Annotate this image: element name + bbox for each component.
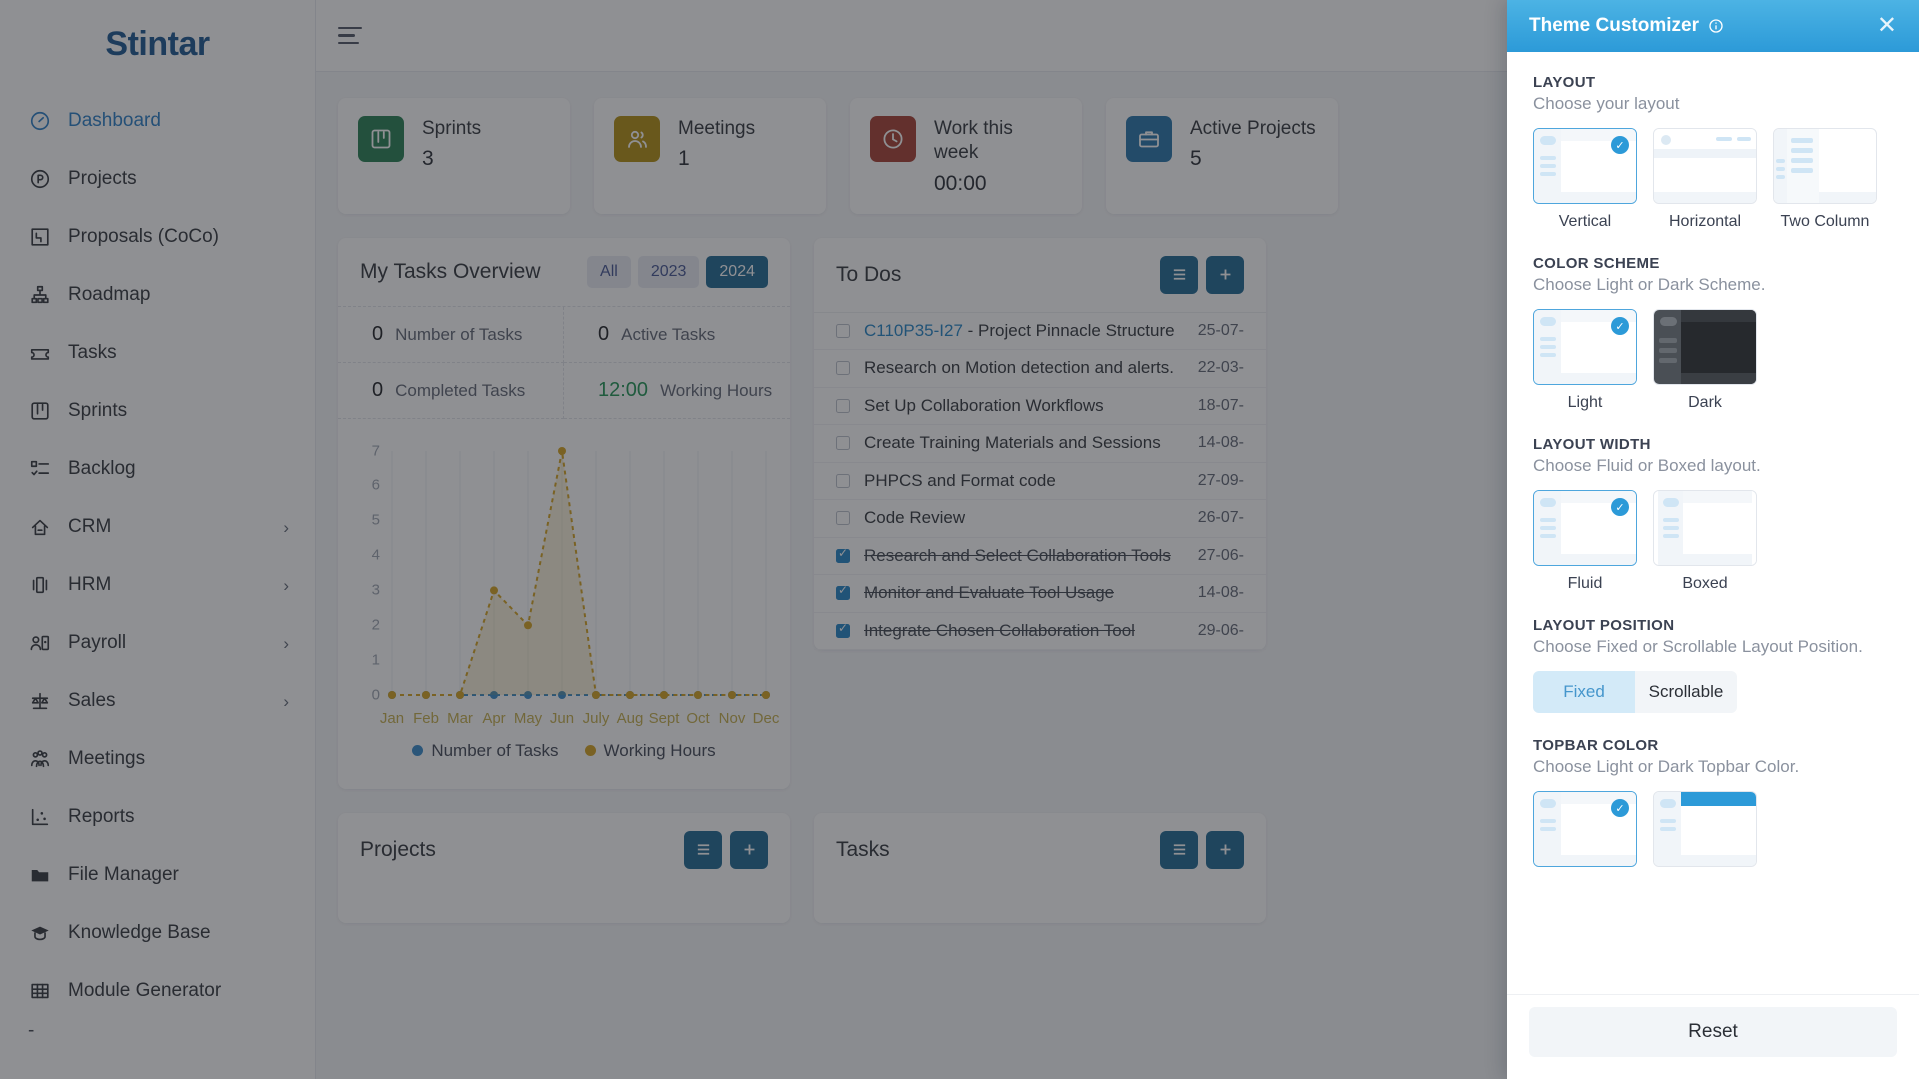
option-thumb-two-column[interactable]: [1773, 128, 1877, 204]
option-cell: ✓ Vertical: [1533, 128, 1637, 231]
customizer-body: LAYOUT Choose your layout ✓ Vertical Horizon…: [1507, 52, 1919, 994]
customizer-title: Theme Customizer: [1529, 15, 1699, 36]
customizer-footer: Reset: [1507, 994, 1919, 1079]
option-thumb-vertical[interactable]: ✓: [1533, 128, 1637, 204]
option-cell: ✓: [1533, 791, 1637, 867]
reset-button[interactable]: Reset: [1529, 1007, 1897, 1057]
option-thumb-fluid[interactable]: ✓: [1533, 490, 1637, 566]
selected-check-icon: ✓: [1611, 317, 1629, 335]
customizer-section: LAYOUT WIDTH Choose Fluid or Boxed layout…: [1533, 436, 1893, 593]
segment-scrollable[interactable]: Scrollable: [1635, 671, 1737, 713]
selected-check-icon: ✓: [1611, 799, 1629, 817]
info-icon[interactable]: [1708, 18, 1724, 34]
customizer-section: COLOR SCHEME Choose Light or Dark Scheme.…: [1533, 255, 1893, 412]
option-thumb-boxed[interactable]: [1653, 490, 1757, 566]
option-thumbnails: ✓ Light Dark: [1533, 309, 1893, 412]
option-label: Horizontal: [1668, 213, 1742, 230]
option-label: Boxed: [1682, 575, 1728, 592]
option-thumbnails: ✓ Vertical Horizontal Two Column: [1533, 128, 1893, 231]
section-heading: LAYOUT: [1533, 74, 1596, 91]
customizer-section: LAYOUT Choose your layout ✓ Vertical Horizon…: [1533, 74, 1893, 231]
option-thumbnails: ✓ Fluid Boxed: [1533, 490, 1893, 593]
option-cell: Two Column: [1773, 128, 1877, 231]
option-cell: [1653, 791, 1757, 867]
section-subheading: Choose Fixed or Scrollable Layout Positi…: [1533, 637, 1863, 656]
option-thumb-horizontal[interactable]: [1653, 128, 1757, 204]
section-subheading: Choose your layout: [1533, 94, 1680, 113]
section-heading: COLOR SCHEME: [1533, 255, 1660, 272]
section-subheading: Choose Light or Dark Topbar Color.: [1533, 757, 1800, 776]
customizer-section: TOPBAR COLOR Choose Light or Dark Topbar …: [1533, 737, 1893, 867]
option-thumb-light[interactable]: ✓: [1533, 309, 1637, 385]
option-cell: ✓ Light: [1533, 309, 1637, 412]
theme-customizer-panel: Theme Customizer ✕ LAYOUT Choose your lay…: [1507, 0, 1919, 1079]
section-heading: LAYOUT POSITION: [1533, 617, 1675, 634]
customizer-header: Theme Customizer ✕: [1507, 0, 1919, 52]
option-label: Two Column: [1780, 213, 1870, 230]
selected-check-icon: ✓: [1611, 136, 1629, 154]
app-root: Stintar DashboardProjectsProposals (CoCo…: [0, 0, 1919, 1079]
option-thumbnails: ✓: [1533, 791, 1893, 867]
customizer-section: LAYOUT POSITION Choose Fixed or Scrollabl…: [1533, 617, 1893, 713]
option-label: Light: [1567, 394, 1603, 411]
option-label: Dark: [1688, 394, 1722, 411]
option-thumb-opt-0[interactable]: ✓: [1533, 791, 1637, 867]
option-thumb-dark[interactable]: [1653, 309, 1757, 385]
option-cell: Horizontal: [1653, 128, 1757, 231]
option-label: Fluid: [1567, 575, 1603, 592]
segmented-control: Fixed Scrollable: [1533, 671, 1737, 713]
section-heading: TOPBAR COLOR: [1533, 737, 1659, 754]
option-label: Vertical: [1558, 213, 1612, 230]
option-cell: ✓ Fluid: [1533, 490, 1637, 593]
section-subheading: Choose Fluid or Boxed layout.: [1533, 456, 1761, 475]
option-thumb-opt-1[interactable]: [1653, 791, 1757, 867]
selected-check-icon: ✓: [1611, 498, 1629, 516]
section-heading: LAYOUT WIDTH: [1533, 436, 1651, 453]
segment-fixed[interactable]: Fixed: [1533, 671, 1635, 713]
close-icon[interactable]: ✕: [1877, 14, 1897, 38]
option-cell: Dark: [1653, 309, 1757, 412]
section-subheading: Choose Light or Dark Scheme.: [1533, 275, 1766, 294]
option-cell: Boxed: [1653, 490, 1757, 593]
